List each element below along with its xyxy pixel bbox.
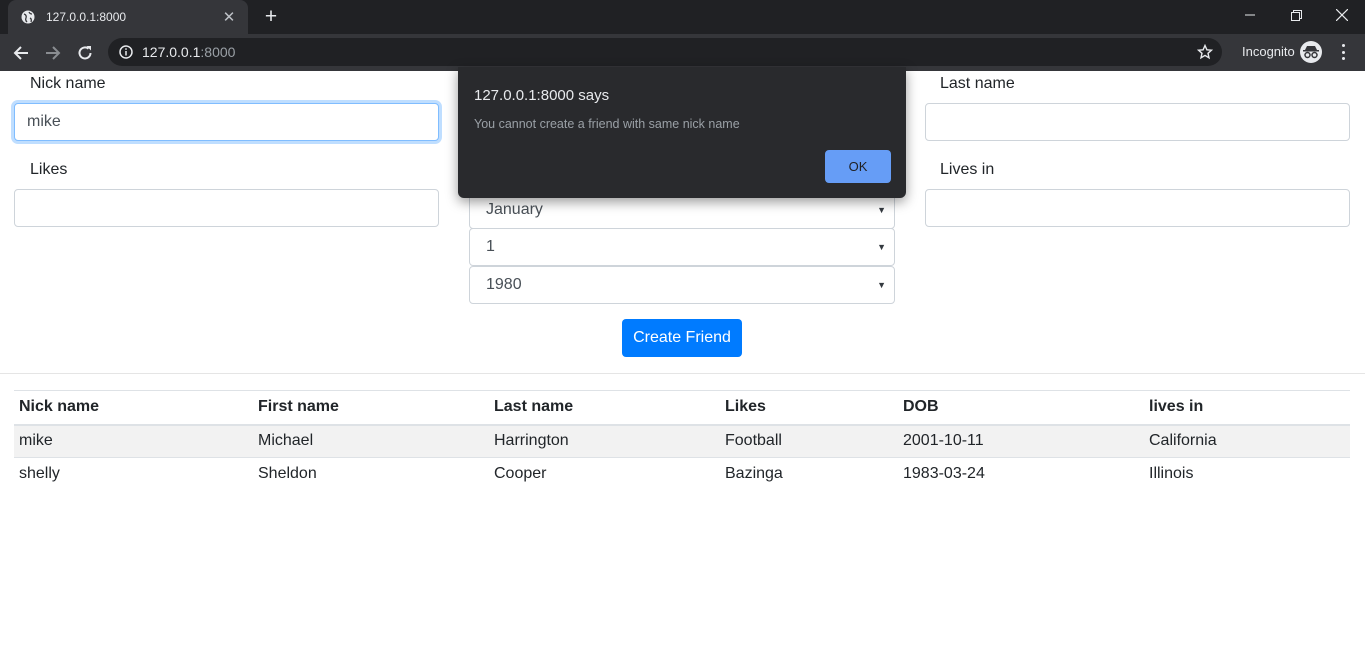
day-value: 1 bbox=[486, 238, 495, 255]
year-value: 1980 bbox=[486, 276, 522, 293]
column-header: lives in bbox=[1144, 390, 1350, 426]
table-cell: Sheldon bbox=[253, 457, 489, 491]
column-header: Nick name bbox=[14, 390, 253, 426]
close-tab-icon[interactable]: ✕ bbox=[220, 8, 238, 26]
forward-arrow-icon[interactable] bbox=[39, 39, 67, 67]
bookmark-star-icon[interactable] bbox=[1196, 43, 1214, 61]
table-cell: Cooper bbox=[489, 457, 720, 491]
column-header: Likes bbox=[720, 390, 898, 426]
column-header: Last name bbox=[489, 390, 720, 426]
restore-icon[interactable] bbox=[1273, 0, 1319, 30]
url-host: 127.0.0.1 bbox=[142, 44, 201, 60]
tab-title: 127.0.0.1:8000 bbox=[46, 10, 127, 24]
tab-bar: 127.0.0.1:8000 ✕ + bbox=[0, 0, 1365, 34]
reload-icon[interactable] bbox=[71, 39, 99, 67]
table-row: mike Michael Harrington Football 2001-10… bbox=[14, 424, 1350, 458]
column-header: DOB bbox=[898, 390, 1144, 426]
friends-table: Nick name First name Last name Likes DOB… bbox=[14, 390, 1350, 491]
dialog-title: 127.0.0.1:8000 says bbox=[474, 87, 610, 104]
table-cell: shelly bbox=[14, 457, 253, 491]
globe-icon bbox=[20, 9, 36, 25]
month-value: January bbox=[486, 201, 543, 218]
lives-in-label: Lives in bbox=[940, 161, 995, 178]
table-header-row: Nick name First name Last name Likes DOB… bbox=[14, 390, 1350, 426]
dropdown-caret-icon: ▼ bbox=[877, 280, 886, 290]
likes-label: Likes bbox=[30, 161, 68, 178]
info-icon[interactable] bbox=[118, 44, 134, 60]
alert-dialog: 127.0.0.1:8000 says You cannot create a … bbox=[458, 67, 906, 198]
table-cell: 2001-10-11 bbox=[898, 424, 1144, 458]
day-select[interactable]: 1 ▼ bbox=[469, 228, 895, 266]
minimize-icon[interactable] bbox=[1227, 0, 1273, 30]
address-bar[interactable]: 127.0.0.1:8000 bbox=[108, 38, 1222, 66]
incognito-label: Incognito bbox=[1242, 44, 1295, 59]
back-arrow-icon[interactable] bbox=[7, 39, 35, 67]
dialog-message: You cannot create a friend with same nic… bbox=[474, 117, 740, 131]
incognito-icon[interactable] bbox=[1300, 41, 1322, 63]
close-window-icon[interactable] bbox=[1319, 0, 1365, 30]
table-cell: Football bbox=[720, 424, 898, 458]
browser-menu-icon[interactable] bbox=[1336, 42, 1350, 62]
lives-in-input[interactable] bbox=[925, 189, 1350, 227]
likes-input[interactable] bbox=[14, 189, 439, 227]
divider bbox=[0, 373, 1365, 374]
browser-tab[interactable]: 127.0.0.1:8000 ✕ bbox=[8, 0, 248, 34]
table-cell: mike bbox=[14, 424, 253, 458]
nick-name-input[interactable]: mike bbox=[14, 103, 439, 141]
table-row: shelly Sheldon Cooper Bazinga 1983-03-24… bbox=[14, 457, 1350, 491]
dropdown-caret-icon: ▼ bbox=[877, 242, 886, 252]
last-name-label: Last name bbox=[940, 75, 1015, 92]
url-port: :8000 bbox=[200, 44, 236, 60]
table-cell: Bazinga bbox=[720, 457, 898, 491]
table-cell: 1983-03-24 bbox=[898, 457, 1144, 491]
table-cell: Harrington bbox=[489, 424, 720, 458]
ok-button[interactable]: OK bbox=[825, 150, 891, 183]
column-header: First name bbox=[253, 390, 489, 426]
year-select[interactable]: 1980 ▼ bbox=[469, 266, 895, 304]
table-cell: California bbox=[1144, 424, 1350, 458]
table-cell: Illinois bbox=[1144, 457, 1350, 491]
new-tab-button[interactable]: + bbox=[258, 4, 284, 30]
nick-name-label: Nick name bbox=[30, 75, 106, 92]
create-friend-button[interactable]: Create Friend bbox=[622, 319, 742, 357]
table-cell: Michael bbox=[253, 424, 489, 458]
last-name-input[interactable] bbox=[925, 103, 1350, 141]
